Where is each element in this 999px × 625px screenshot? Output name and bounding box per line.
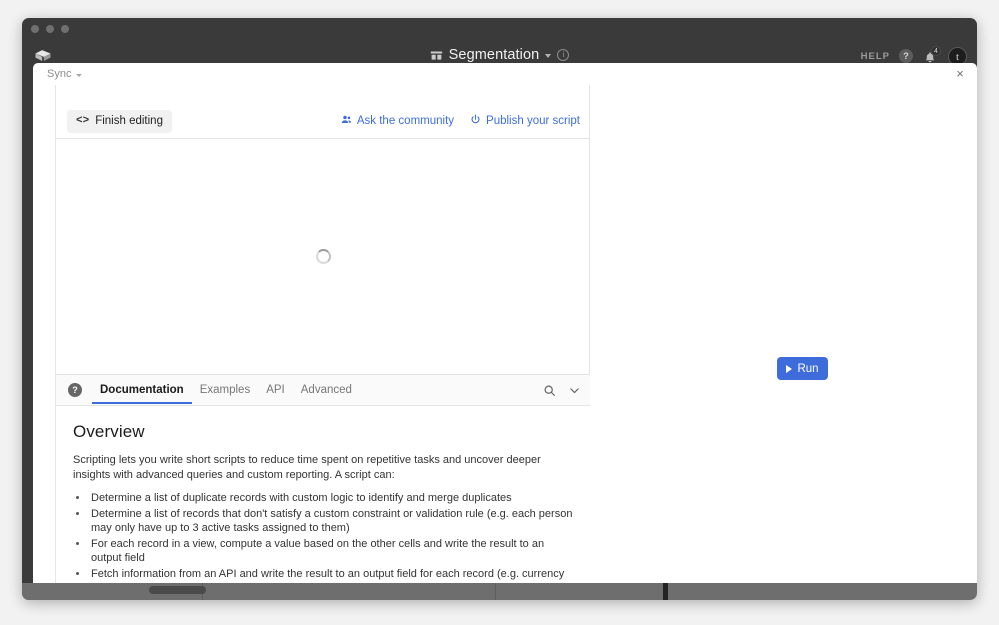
base-grid-icon bbox=[430, 49, 443, 62]
list-item: Determine a list of duplicate records wi… bbox=[89, 491, 574, 506]
sync-tab-strip: Sync × bbox=[33, 63, 977, 85]
documentation-tabbar-actions bbox=[543, 384, 581, 397]
question-circle-icon[interactable]: ? bbox=[68, 383, 82, 397]
publish-your-script-label: Publish your script bbox=[486, 115, 580, 127]
ask-the-community-link[interactable]: Ask the community bbox=[341, 114, 454, 128]
close-icon[interactable]: × bbox=[952, 66, 968, 82]
loading-spinner-icon bbox=[316, 249, 331, 264]
script-run-panel: Run bbox=[590, 85, 977, 600]
documentation-tabbar: ? Documentation Examples API Advanced bbox=[56, 374, 591, 406]
sync-tab[interactable]: Sync × bbox=[33, 63, 977, 85]
notification-badge: 4 bbox=[931, 45, 941, 56]
window-traffic-lights[interactable] bbox=[31, 25, 69, 33]
question-circle-icon[interactable]: ? bbox=[899, 49, 913, 63]
chevron-down-icon[interactable] bbox=[568, 384, 581, 397]
list-item: For each record in a view, compute a val… bbox=[89, 537, 574, 566]
info-icon[interactable]: i bbox=[557, 49, 570, 61]
base-title-block[interactable]: Segmentation i bbox=[22, 47, 977, 63]
play-icon bbox=[786, 364, 793, 373]
script-output-stage bbox=[56, 139, 591, 374]
search-icon[interactable] bbox=[543, 384, 556, 397]
script-editor-toolbar: <> Finish editing Ask the community Publ… bbox=[56, 104, 591, 139]
caret-down-icon[interactable] bbox=[545, 54, 552, 58]
run-button[interactable]: Run bbox=[777, 357, 828, 380]
caret-down-icon[interactable] bbox=[76, 73, 83, 77]
code-brackets-icon: <> bbox=[76, 115, 90, 127]
tab-api[interactable]: API bbox=[258, 377, 293, 404]
overview-paragraph: Scripting lets you write short scripts t… bbox=[73, 454, 541, 481]
power-icon bbox=[470, 114, 481, 128]
workspace: <> Finish editing Ask the community Publ… bbox=[33, 85, 977, 600]
documentation-body: Overview Scripting lets you write short … bbox=[56, 406, 591, 600]
page-title: Segmentation bbox=[448, 47, 540, 63]
bottom-divider bbox=[495, 583, 496, 600]
tab-advanced[interactable]: Advanced bbox=[293, 377, 360, 404]
people-icon bbox=[341, 114, 352, 128]
script-editor-links: Ask the community Publish your script bbox=[341, 114, 580, 128]
bottom-marker bbox=[663, 583, 668, 600]
tab-documentation[interactable]: Documentation bbox=[92, 377, 192, 404]
overview-heading: Overview bbox=[73, 422, 145, 441]
list-item: Determine a list of records that don't s… bbox=[89, 507, 574, 536]
close-window-button[interactable] bbox=[31, 25, 39, 33]
publish-your-script-link[interactable]: Publish your script bbox=[470, 114, 580, 128]
notifications-button[interactable]: 4 bbox=[922, 45, 941, 65]
sync-tab-label: Sync bbox=[47, 68, 72, 80]
zoom-window-button[interactable] bbox=[61, 25, 69, 33]
run-button-label: Run bbox=[797, 362, 819, 375]
help-label[interactable]: HELP bbox=[861, 51, 890, 62]
ask-the-community-label: Ask the community bbox=[356, 115, 455, 127]
bottom-status-bar bbox=[22, 583, 977, 600]
script-editor-panel: <> Finish editing Ask the community Publ… bbox=[55, 85, 591, 600]
horizontal-scrollbar-thumb[interactable] bbox=[149, 586, 206, 594]
app-window: Segmentation i HELP ? 4 t Sync × <> Fini… bbox=[22, 18, 977, 600]
finish-editing-label: Finish editing bbox=[95, 115, 163, 127]
minimize-window-button[interactable] bbox=[46, 25, 54, 33]
tab-examples[interactable]: Examples bbox=[192, 377, 259, 404]
finish-editing-button[interactable]: <> Finish editing bbox=[67, 109, 172, 133]
